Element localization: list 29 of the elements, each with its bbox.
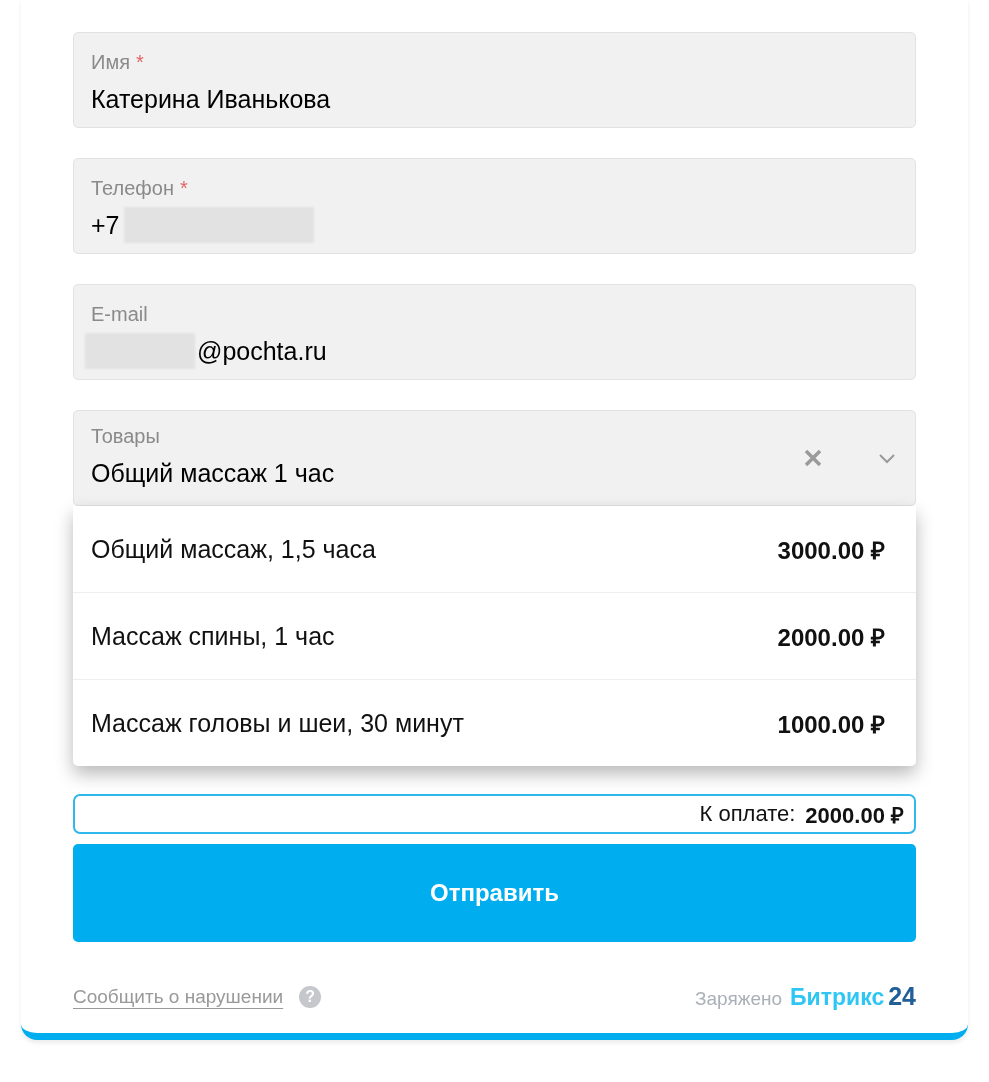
field-value: Катерина Иванькова [91, 84, 331, 114]
dropdown-option[interactable]: Массаж головы и шеи, 30 минут 1000.00 ₽ [73, 680, 916, 766]
powered-by-text: Заряжено [695, 988, 783, 1010]
option-price: 3000.00 ₽ [777, 535, 885, 566]
input-field[interactable]: E-mail @pochta.ru [73, 284, 916, 380]
option-price: 2000.00 ₽ [777, 622, 885, 653]
field-label: Имя [91, 51, 130, 75]
input-field[interactable]: Телефон * +7 [73, 158, 916, 254]
clear-icon[interactable] [804, 449, 822, 467]
input-field[interactable]: Имя * Катерина Иванькова [73, 32, 916, 128]
option-name: Общий массаж, 1,5 часа [91, 534, 376, 564]
dropdown-option[interactable]: Массаж спины, 1 час 2000.00 ₽ [73, 593, 916, 680]
brand-number[interactable]: 24 [888, 982, 916, 1011]
field-label: E-mail [91, 303, 148, 327]
chevron-icon[interactable] [878, 452, 896, 464]
required-mark: * [179, 177, 188, 201]
option-name: Массаж спины, 1 час [91, 621, 335, 651]
total-amount: 2000.00 ₽ [805, 802, 904, 829]
field-value: @pochta.ru [197, 336, 327, 366]
product-select[interactable]: Товары Общий массаж 1 час [73, 410, 916, 506]
field-label: Товары [91, 425, 160, 449]
field-label: Телефон [91, 177, 174, 201]
field-value: +7 [91, 210, 120, 240]
total-label: К оплате: [699, 801, 796, 827]
option-name: Массаж головы и шеи, 30 минут [91, 708, 464, 738]
field-value: Общий массаж 1 час [91, 458, 335, 488]
option-price: 1000.00 ₽ [777, 709, 885, 740]
dropdown-option[interactable]: Общий массаж, 1,5 часа 3000.00 ₽ [73, 506, 916, 593]
required-mark: * [135, 51, 144, 75]
